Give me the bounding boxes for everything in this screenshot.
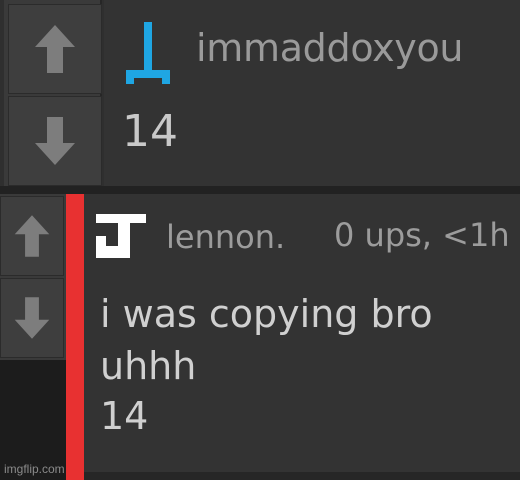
upvote-button-1[interactable] bbox=[8, 4, 102, 94]
upvote-button-2[interactable] bbox=[0, 196, 64, 276]
comment-count-1: 14 bbox=[122, 106, 178, 157]
username-2[interactable]: lennon. bbox=[166, 218, 285, 256]
downvote-button-1[interactable] bbox=[8, 96, 102, 186]
comment-body-1: immaddoxyou 14 bbox=[104, 0, 520, 186]
downvote-button-2[interactable] bbox=[0, 278, 64, 358]
arrow-down-icon bbox=[35, 117, 75, 165]
comment-text-line-1: i was copying bro bbox=[100, 292, 433, 336]
bottom-strip bbox=[84, 472, 520, 480]
vote-panel-1 bbox=[4, 0, 102, 186]
comment-divider bbox=[0, 186, 520, 194]
arrow-up-icon bbox=[14, 215, 50, 257]
username-1[interactable]: immaddoxyou bbox=[196, 26, 464, 70]
comment-meta-2: 0 ups, <1h bbox=[334, 216, 510, 254]
comment-text-2: i was copying bro uhhh bbox=[100, 288, 433, 392]
comment-body-2: lennon. 0 ups, <1h i was copying bro uhh… bbox=[84, 194, 520, 472]
watermark: imgflip.com bbox=[4, 462, 65, 476]
vote-panel-2 bbox=[0, 194, 66, 360]
highlight-bar bbox=[66, 194, 84, 480]
arrow-down-icon bbox=[14, 297, 50, 339]
j-logo-icon[interactable] bbox=[92, 208, 150, 266]
comment-1: immaddoxyou 14 bbox=[0, 0, 520, 186]
comment-text-line-2: uhhh bbox=[100, 344, 197, 388]
blue-glyph-icon[interactable] bbox=[126, 22, 170, 84]
comment-count-2: 14 bbox=[100, 394, 149, 438]
arrow-up-icon bbox=[35, 25, 75, 73]
